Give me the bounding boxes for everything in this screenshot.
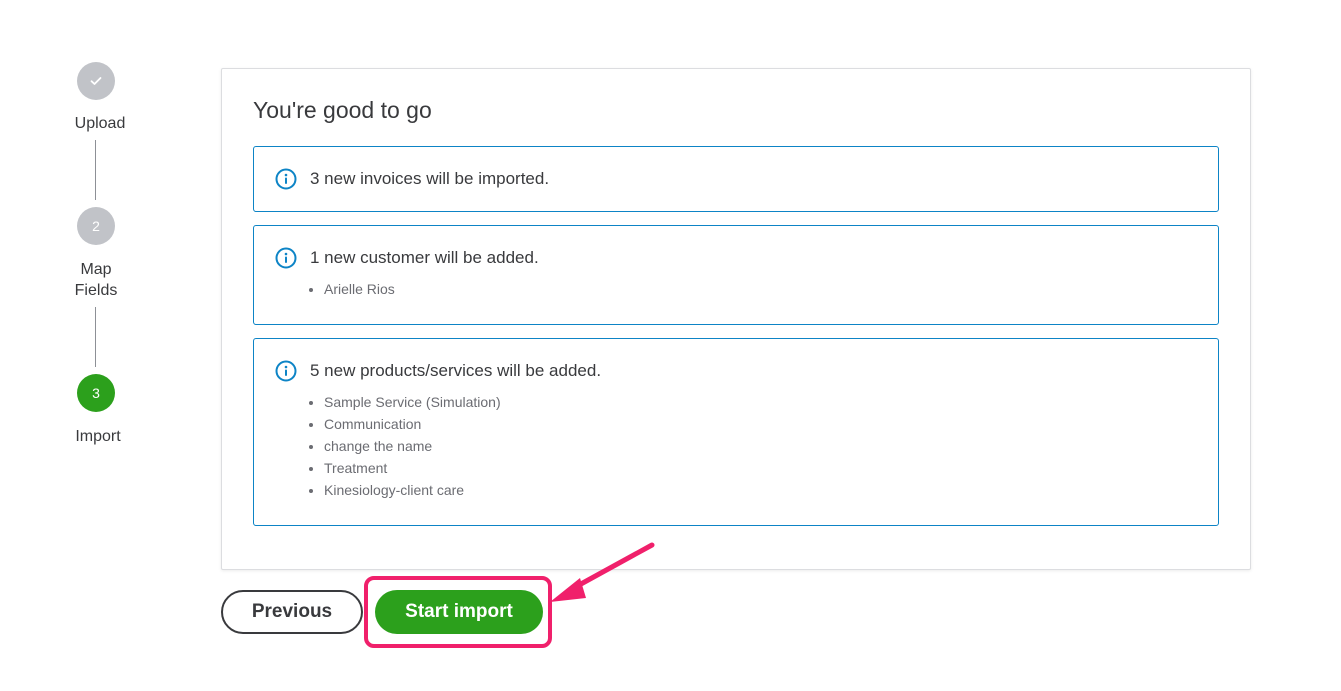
step-connector [95, 307, 96, 367]
products-info-text: 5 new products/services will be added. [310, 361, 602, 380]
info-circle-icon [275, 360, 297, 382]
list-item: change the name [324, 435, 501, 457]
start-import-button[interactable]: Start import [375, 590, 543, 634]
step-connector [95, 140, 96, 200]
invoices-info-box: 3 new invoices will be imported. [253, 146, 1219, 212]
list-item: Kinesiology-client care [324, 479, 501, 501]
info-circle-icon [275, 168, 297, 190]
card-title: You're good to go [253, 97, 432, 123]
step-map-fields-label: Map Fields [74, 261, 118, 299]
import-page: Upload 2 Map Fields 3 Import You're good… [0, 0, 1341, 691]
import-summary-card: You're good to go 3 new invoices will be… [221, 68, 1251, 570]
customers-list: Arielle Rios [302, 278, 395, 300]
step-map-fields-number: 2 [77, 207, 115, 245]
products-info-box: 5 new products/services will be added. S… [253, 338, 1219, 526]
step-import-label: Import [75, 428, 121, 445]
step-upload-label: Upload [74, 115, 126, 132]
step-upload-check-icon [77, 62, 115, 100]
info-circle-icon [275, 247, 297, 269]
list-item: Sample Service (Simulation) [324, 391, 501, 413]
check-icon [90, 77, 102, 85]
list-item: Arielle Rios [324, 278, 395, 300]
list-item: Communication [324, 413, 501, 435]
customers-info-text: 1 new customer will be added. [310, 248, 539, 267]
list-item: Treatment [324, 457, 501, 479]
products-list: Sample Service (Simulation) Communicatio… [302, 391, 501, 501]
previous-button[interactable]: Previous [221, 590, 363, 634]
invoices-info-text: 3 new invoices will be imported. [310, 169, 550, 188]
customers-info-box: 1 new customer will be added. Arielle Ri… [253, 225, 1219, 325]
step-import-number: 3 [77, 374, 115, 412]
import-stepper: Upload 2 Map Fields 3 Import [0, 0, 200, 460]
